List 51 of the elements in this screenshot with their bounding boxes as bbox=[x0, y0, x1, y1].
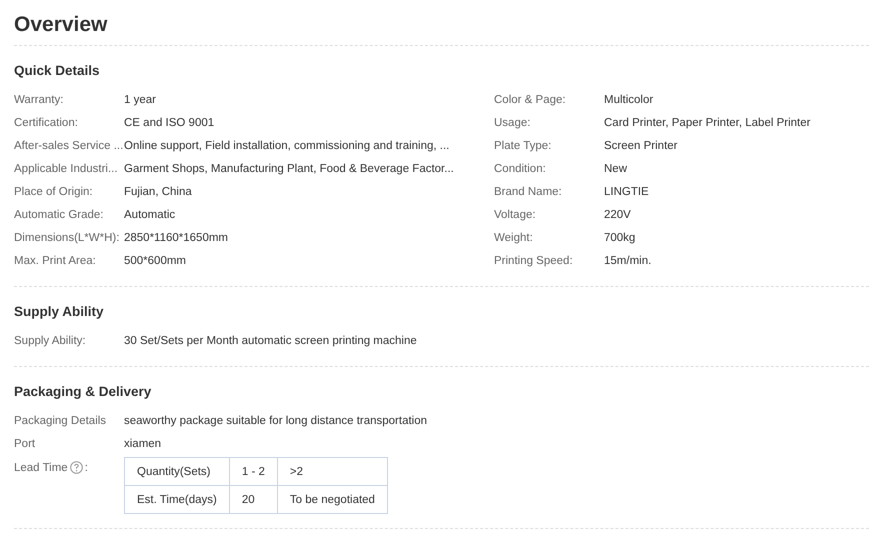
field-value: Multicolor bbox=[604, 94, 654, 106]
field-label: Weight: bbox=[494, 232, 534, 244]
field-label: Usage: bbox=[494, 116, 532, 128]
field-label: Certification: bbox=[14, 116, 79, 128]
field-label: Port bbox=[14, 438, 36, 450]
field-label: Voltage: bbox=[494, 208, 537, 220]
field-label: Supply Ability: bbox=[14, 334, 87, 346]
field-label: After-sales Service ... bbox=[14, 140, 124, 152]
section-heading: Packaging & Delivery bbox=[14, 383, 152, 401]
field-label: Packaging Details bbox=[14, 414, 108, 426]
field-label: Brand Name: bbox=[494, 186, 563, 198]
table-cell: >2 bbox=[277, 458, 388, 486]
field-label: Automatic Grade: bbox=[14, 208, 104, 220]
field-value: seaworthy package suitable for long distance transportation bbox=[124, 414, 428, 426]
section-heading: Supply Ability bbox=[14, 303, 105, 321]
field-value: 700kg bbox=[604, 232, 636, 244]
field-value: 220V bbox=[604, 208, 631, 220]
field-value: Automatic bbox=[124, 208, 176, 220]
field-label: Plate Type: bbox=[494, 140, 552, 152]
table-cell: Est. Time(days) bbox=[124, 486, 230, 514]
field-value: 30 Set/Sets per Month automatic screen printing machine bbox=[124, 334, 417, 346]
colon: : bbox=[84, 462, 88, 474]
help-icon[interactable] bbox=[70, 461, 83, 474]
field-value: Online support, Field installation, commissioning and training, ... bbox=[124, 140, 450, 152]
field-value: LINGTIE bbox=[604, 186, 649, 198]
table-cell: 1 - 2 bbox=[229, 458, 278, 486]
field-label: Applicable Industri... bbox=[14, 162, 119, 174]
field-value: 2850*1160*1650mm bbox=[124, 232, 228, 244]
field-value: 500*600mm bbox=[124, 254, 186, 266]
table-cell: To be negotiated bbox=[277, 486, 388, 514]
field-value: Screen Printer bbox=[604, 140, 678, 152]
field-value: CE and ISO 9001 bbox=[124, 116, 214, 128]
field-label: Printing Speed: bbox=[494, 254, 574, 266]
field-value: 15m/min. bbox=[604, 254, 652, 266]
field-label: Color & Page: bbox=[494, 94, 567, 106]
section-heading: Quick Details bbox=[14, 62, 101, 80]
field-value: Card Printer, Paper Printer, Label Printer bbox=[604, 116, 810, 128]
field-value: 1 year bbox=[124, 94, 156, 106]
field-label: Warranty: bbox=[14, 94, 64, 106]
field-value: Garment Shops, Manufacturing Plant, Food & Beverage Factor... bbox=[124, 162, 454, 174]
field-label: Max. Print Area: bbox=[14, 254, 97, 266]
table-cell: Quantity(Sets) bbox=[124, 458, 230, 486]
field-label: Lead Time bbox=[14, 462, 68, 474]
field-value: New bbox=[604, 162, 628, 174]
field-label: Condition: bbox=[494, 162, 547, 174]
field-value: Fujian, China bbox=[124, 186, 192, 198]
field-label: Dimensions(L*W*H): bbox=[14, 232, 120, 244]
field-label: Place of Origin: bbox=[14, 186, 94, 198]
table-cell: 20 bbox=[229, 486, 278, 514]
field-value: xiamen bbox=[124, 438, 162, 450]
page-title: Overview bbox=[14, 10, 869, 46]
